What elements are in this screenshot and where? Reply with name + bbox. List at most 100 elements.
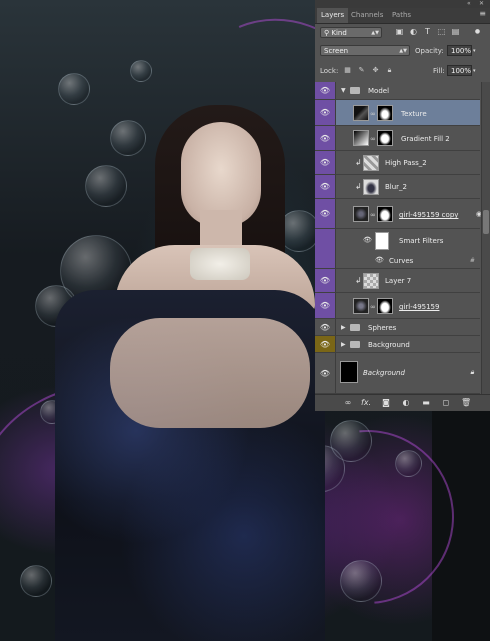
tab-layers[interactable]: Layers <box>317 8 349 23</box>
lock-all-icon[interactable]: 🔒︎ <box>385 66 394 75</box>
lock-row: Lock: ▦ ✎ ✥ 🔒︎ Fill: 100% ▾ <box>315 64 490 80</box>
visibility-eye-icon[interactable]: 👁︎ <box>315 151 336 174</box>
layer-mask-thumbnail <box>377 130 393 146</box>
expand-triangle-icon[interactable]: ▶ <box>341 324 346 331</box>
expand-triangle-icon[interactable]: ▼ <box>341 87 346 94</box>
visibility-eye-icon[interactable]: 👁︎ <box>315 353 336 393</box>
gradient-thumbnail <box>353 130 369 146</box>
panel-bottom-toolbar: ∞ fx. ◙ ◐ ▬ ◻ 🗑︎ <box>315 394 490 411</box>
filter-kind-label: Kind <box>331 29 347 37</box>
white-bow-tie <box>190 248 250 280</box>
fx-icon[interactable]: fx. <box>361 398 371 408</box>
visibility-eye-icon[interactable]: 👁︎ <box>315 293 336 318</box>
tab-paths[interactable]: Paths <box>388 8 415 23</box>
lock-image-icon[interactable]: ✎ <box>357 66 366 75</box>
layer-row-layer-7[interactable]: 👁︎ ↲ Layer 7 <box>315 269 480 293</box>
blend-row: Screen ▲▼ Opacity: 100% ▾ <box>315 43 490 59</box>
visibility-eye-icon[interactable]: 👁︎ <box>315 319 336 335</box>
layer-row-curves[interactable]: 👁︎ Curves ⩧ <box>315 253 480 269</box>
layer-name: Smart Filters <box>399 237 444 245</box>
shape-filter-icon[interactable]: ⬚ <box>437 27 446 36</box>
layer-row-model-group[interactable]: 👁︎ ▼ Model <box>315 82 480 100</box>
expand-triangle-icon[interactable]: ▶ <box>341 341 346 348</box>
blend-mode-value: Screen <box>324 47 349 55</box>
opacity-value: 100% <box>451 47 472 55</box>
layer-row-blur-2[interactable]: 👁︎ ↲ Blur_2 <box>315 175 480 199</box>
adjustment-filter-icon[interactable]: ◐ <box>409 27 418 36</box>
sphere <box>58 73 90 105</box>
opacity-slider-arrow-icon[interactable]: ▾ <box>473 46 481 57</box>
opacity-input[interactable]: 100% ▾ <box>447 45 476 56</box>
sphere <box>110 120 146 156</box>
clipping-arrow-icon: ↲ <box>355 182 362 191</box>
type-filter-icon[interactable]: T <box>423 27 432 36</box>
layer-name: High Pass_2 <box>385 159 427 167</box>
visibility-eye-icon[interactable]: 👁︎ <box>375 256 384 264</box>
folder-icon[interactable]: ▬ <box>421 398 431 408</box>
opacity-label: Opacity: <box>415 47 444 55</box>
smart-object-filter-icon[interactable]: ▤ <box>451 27 460 36</box>
chain-link-icon[interactable]: ∞ <box>370 303 376 311</box>
close-panel-icon[interactable]: ✕ <box>479 0 484 7</box>
folder-icon <box>350 341 360 348</box>
layer-row-background-group[interactable]: 👁︎ ▶ Background <box>315 336 480 353</box>
clipping-arrow-icon: ↲ <box>355 276 362 285</box>
visibility-eye-icon[interactable]: 👁︎ <box>315 100 336 125</box>
scrollbar-thumb[interactable] <box>483 210 489 234</box>
layer-row-high-pass-2[interactable]: 👁︎ ↲ High Pass_2 <box>315 151 480 175</box>
layer-name: girl-495159 <box>399 303 440 311</box>
layer-row-smart-filters[interactable]: 👁︎ Smart Filters <box>315 229 480 253</box>
visibility-eye-icon[interactable]: 👁︎ <box>315 199 336 228</box>
lock-transparent-icon[interactable]: ▦ <box>343 66 352 75</box>
visibility-eye-icon[interactable]: 👁︎ <box>315 175 336 198</box>
chain-link-icon[interactable]: ∞ <box>370 211 376 219</box>
sphere <box>130 60 152 82</box>
visibility-eye-icon[interactable]: 👁︎ <box>315 126 336 150</box>
fill-slider-arrow-icon[interactable]: ▾ <box>473 66 481 77</box>
fill-input[interactable]: 100% ▾ <box>447 65 476 76</box>
chain-link-icon[interactable]: ∞ <box>370 110 376 118</box>
chain-link-icon[interactable]: ∞ <box>370 135 376 143</box>
collapse-icon[interactable]: « <box>467 0 471 7</box>
visibility-eye-icon[interactable]: 👁︎ <box>363 236 372 244</box>
panel-menu-icon[interactable]: ≡ <box>479 9 486 18</box>
new-layer-icon[interactable]: ◻ <box>441 398 451 408</box>
chevron-down-icon: ▲▼ <box>399 48 407 54</box>
layer-name: Curves <box>389 257 414 265</box>
visibility-eye-icon[interactable] <box>315 229 336 253</box>
layer-row-girl[interactable]: 👁︎ ∞ girl-495159 <box>315 293 480 319</box>
layer-name: Blur_2 <box>385 183 408 191</box>
layer-row-gradient-fill-2[interactable]: 👁︎ ∞ Gradient Fill 2 <box>315 126 480 151</box>
tab-channels[interactable]: Channels <box>347 8 387 23</box>
image-filter-icon[interactable]: ▣ <box>395 27 404 36</box>
layer-row-spheres-group[interactable]: 👁︎ ▶ Spheres <box>315 319 480 336</box>
filter-kind-select[interactable]: ⚲ Kind ▲▼ <box>320 27 382 38</box>
sphere <box>340 560 382 602</box>
layer-row-background[interactable]: 👁︎ Background 🔒︎ <box>315 353 480 394</box>
layer-mask-thumbnail <box>377 298 393 314</box>
layer-thumbnail <box>363 273 379 289</box>
visibility-eye-icon[interactable] <box>315 253 336 268</box>
smart-filter-mask-thumbnail <box>375 232 389 250</box>
layer-row-texture[interactable]: 👁︎ ∞ Texture <box>315 100 480 126</box>
adjustment-icon[interactable]: ◐ <box>401 398 411 408</box>
layer-row-girl-copy[interactable]: 👁︎ ∞ girl-495159 copy ◉ <box>315 199 482 229</box>
lock-label: Lock: <box>320 67 339 75</box>
layer-name: Texture <box>401 110 427 118</box>
lock-position-icon[interactable]: ✥ <box>371 66 380 75</box>
layer-list-scrollbar[interactable] <box>481 82 490 394</box>
mask-icon[interactable]: ◙ <box>381 398 391 408</box>
panel-tabs: Layers Channels Paths ≡ <box>315 8 490 24</box>
trash-icon[interactable]: 🗑︎ <box>461 398 471 408</box>
layer-name: Model <box>368 87 390 95</box>
link-icon[interactable]: ∞ <box>343 398 353 408</box>
visibility-eye-icon[interactable]: 👁︎ <box>315 82 336 99</box>
visibility-eye-icon[interactable]: 👁︎ <box>315 269 336 292</box>
folder-icon <box>350 324 360 331</box>
layers-panel: « ✕ Layers Channels Paths ≡ ⚲ Kind ▲▼ ▣ … <box>315 0 490 411</box>
filter-toggle-icon[interactable]: ● <box>473 27 482 36</box>
visibility-eye-icon[interactable]: 👁︎ <box>315 336 336 352</box>
filter-blending-options-icon[interactable]: ⩧ <box>470 256 474 265</box>
blend-mode-select[interactable]: Screen ▲▼ <box>320 45 410 56</box>
layer-name: Background <box>363 369 405 377</box>
